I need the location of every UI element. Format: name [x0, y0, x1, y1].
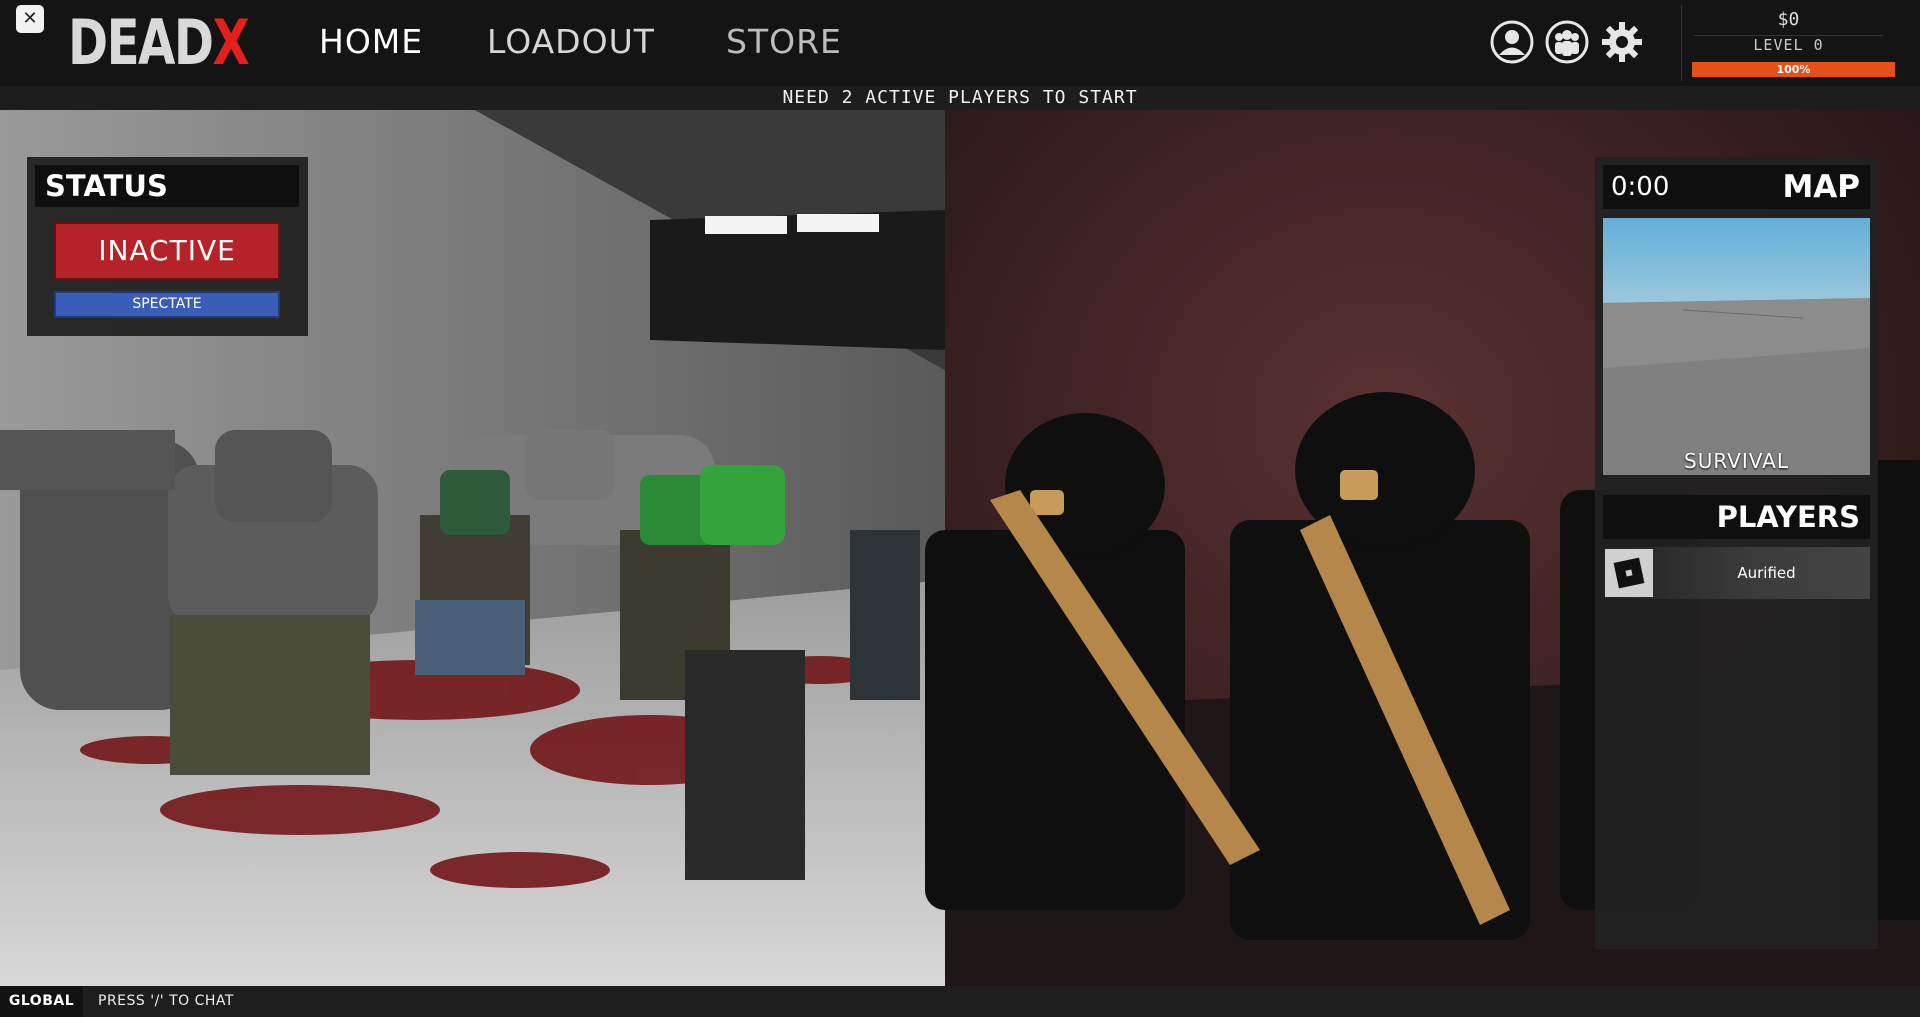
nav-store[interactable]: STORE: [726, 20, 842, 64]
nav-loadout[interactable]: LOADOUT: [487, 20, 655, 64]
profile-icon[interactable]: [1490, 20, 1534, 64]
xp-progress-label: 100%: [1776, 63, 1811, 76]
status-toggle-button[interactable]: INACTIVE: [54, 222, 280, 280]
player-name: Aurified: [1737, 564, 1796, 582]
map-preview-art: [1603, 298, 1870, 475]
money-value: $0: [1777, 9, 1800, 30]
spectate-button[interactable]: SPECTATE: [54, 291, 280, 318]
map-title: MAP: [1782, 169, 1860, 205]
chat-hint: PRESS '/' TO CHAT: [98, 993, 234, 1009]
nav-home[interactable]: HOME: [319, 20, 423, 64]
currency-panel: $0 LEVEL 0 100%: [1681, 5, 1895, 81]
map-header: 0:00 MAP: [1603, 165, 1870, 209]
game-mode-label: SURVIVAL: [1684, 449, 1789, 473]
chat-bar[interactable]: GLOBAL PRESS '/' TO CHAT: [0, 986, 1920, 1017]
logo-text-dead: DEAD: [68, 6, 214, 79]
group-icon[interactable]: [1545, 20, 1589, 64]
players-header: PLAYERS: [1603, 495, 1870, 539]
logo-text-x: X: [212, 6, 250, 79]
lobby-notice: NEED 2 ACTIVE PLAYERS TO START: [0, 86, 1920, 110]
chat-channel-tab[interactable]: GLOBAL: [0, 986, 83, 1017]
level-label: LEVEL 0: [1753, 36, 1824, 54]
top-bar: ✕ DEADX HOME LOADOUT STORE $0 LEVEL 0 10…: [0, 0, 1920, 86]
close-button[interactable]: ✕: [16, 5, 44, 33]
players-title: PLAYERS: [1716, 500, 1860, 534]
map-players-panel: 0:00 MAP SURVIVAL PLAYERS Aurified: [1595, 157, 1878, 949]
roblox-avatar-icon: [1605, 549, 1653, 597]
status-title: STATUS: [35, 165, 299, 207]
xp-progress-bar: 100%: [1692, 62, 1895, 77]
map-preview-image: SURVIVAL: [1603, 218, 1870, 475]
avatar: [1605, 549, 1653, 597]
gear-icon[interactable]: [1600, 20, 1644, 64]
round-timer: 0:00: [1611, 172, 1670, 202]
status-panel: STATUS INACTIVE SPECTATE: [27, 157, 308, 336]
game-logo: DEADX: [68, 10, 250, 76]
player-list-item[interactable]: Aurified: [1603, 547, 1870, 599]
